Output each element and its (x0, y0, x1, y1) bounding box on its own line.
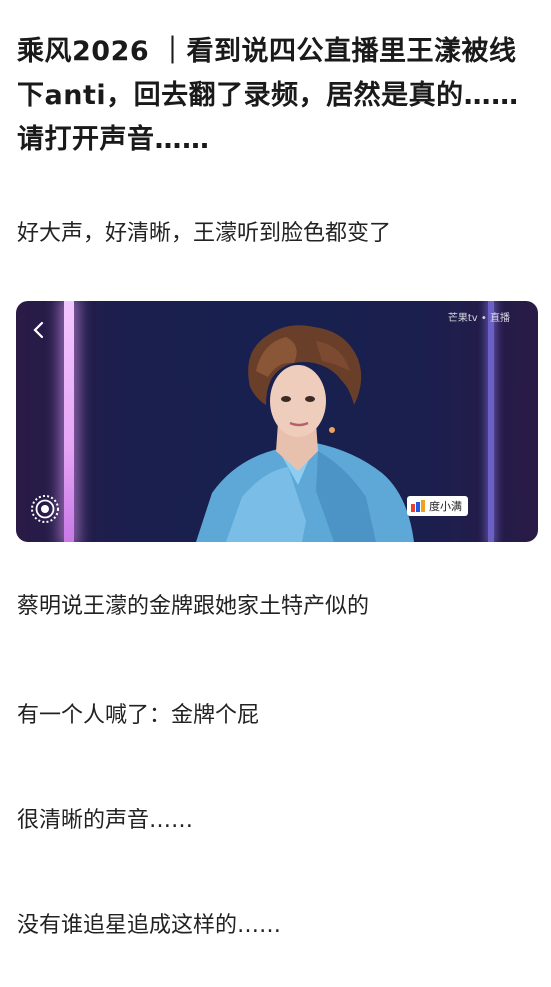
paragraph-2: 蔡明说王濛的金牌跟她家土特产似的 (17, 594, 370, 619)
paragraph-1: 好大声，好清晰，王濛听到脸色都变了 (17, 221, 392, 246)
broadcast-icon[interactable] (30, 494, 60, 524)
paragraph-3: 有一个人喊了：金牌个屁 (17, 703, 260, 728)
sponsor-logo-icon (411, 500, 425, 512)
mango-tv-watermark: 芒果tv • 直播 (447, 313, 510, 324)
sponsor-badge: 度小满 (407, 496, 468, 516)
video-player[interactable]: 芒果tv • 直播 度小满 (16, 301, 538, 542)
paragraph-5: 没有谁追星追成这样的…… (17, 913, 282, 938)
article-title: 乘风2026 ｜看到说四公直播里王漾被线下anti，回去翻了录频，居然是真的……… (17, 36, 519, 155)
back-chevron-icon[interactable] (32, 321, 48, 341)
paragraph-4: 很清晰的声音…… (17, 808, 194, 833)
sponsor-label: 度小满 (429, 500, 462, 513)
